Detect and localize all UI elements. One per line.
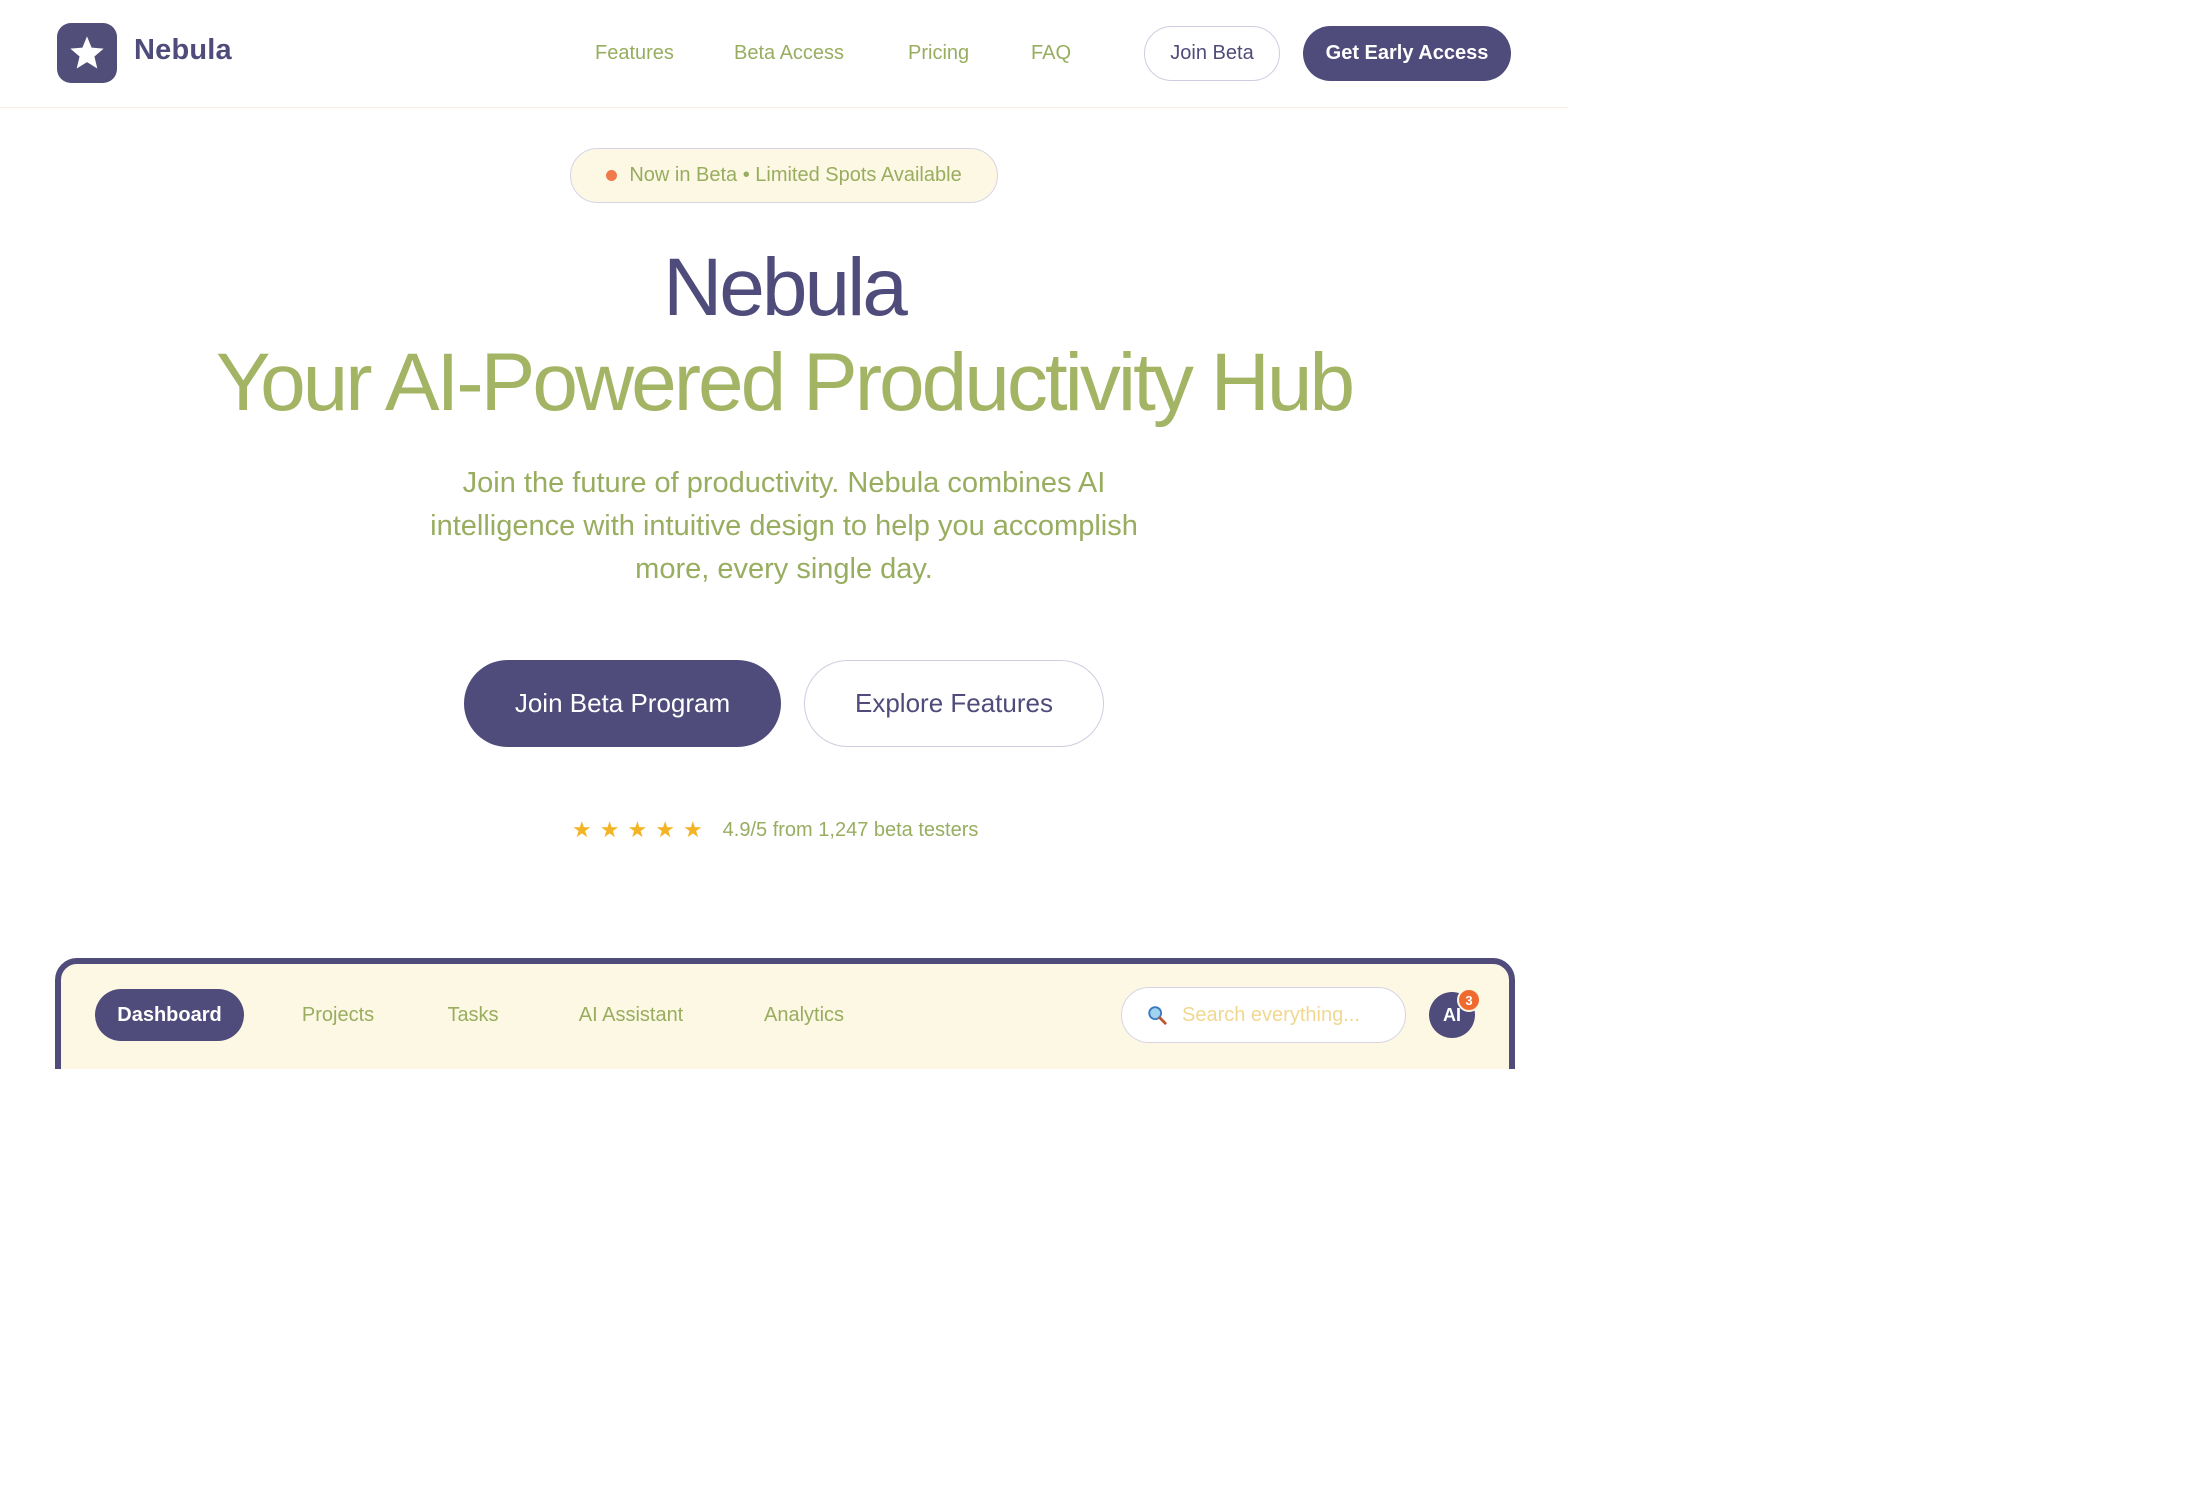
rating-stars: ★ ★ ★ ★ ★ [572, 817, 703, 843]
brand-name[interactable]: Nebula [134, 34, 232, 67]
badge-text: Now in Beta • Limited Spots Available [629, 164, 962, 186]
rating-text: 4.9/5 from 1,247 beta testers [722, 818, 979, 841]
get-early-access-button[interactable]: Get Early Access [1303, 26, 1511, 81]
tab-projects[interactable]: Projects [281, 989, 395, 1041]
star-icon: ★ [572, 817, 592, 842]
beta-status-badge: Now in Beta • Limited Spots Available [570, 148, 998, 203]
star-icon: ★ [627, 817, 648, 842]
hero-title: Nebula [663, 242, 908, 333]
star-icon: ★ [599, 817, 620, 842]
join-beta-button[interactable]: Join Beta [1144, 26, 1280, 81]
nav-link-features[interactable]: Features [595, 42, 674, 65]
nav-link-pricing[interactable]: Pricing [908, 42, 969, 65]
search-bar[interactable] [1121, 987, 1406, 1043]
rating: ★ ★ ★ ★ ★ 4.9/5 from 1,247 beta testers [572, 814, 978, 846]
status-dot-icon [606, 170, 618, 181]
join-beta-program-button[interactable]: Join Beta Program [464, 660, 781, 747]
tab-ai-assistant[interactable]: AI Assistant [561, 989, 701, 1041]
hero-subtitle: Your AI-Powered Productivity Hub [215, 337, 1355, 428]
hero-description: Join the future of productivity. Nebula … [430, 467, 1138, 585]
nav-link-faq[interactable]: FAQ [1031, 42, 1071, 65]
star-icon: ★ [655, 817, 675, 842]
tab-analytics[interactable]: Analytics [747, 989, 861, 1041]
preview-nav: Dashboard Projects Tasks AI Assistant An… [61, 964, 1509, 1069]
nav-link-beta-access[interactable]: Beta Access [734, 42, 844, 65]
tab-tasks[interactable]: Tasks [431, 989, 515, 1041]
landing-page: Nebula Features Beta Access Pricing FAQ … [0, 0, 1568, 1069]
logo[interactable] [57, 23, 117, 83]
site-header: Nebula Features Beta Access Pricing FAQ … [0, 0, 1568, 108]
app-preview: Dashboard Projects Tasks AI Assistant An… [55, 958, 1515, 1069]
search-input[interactable] [1182, 1003, 1382, 1027]
star-icon: ★ [682, 817, 703, 842]
star-icon [70, 36, 104, 69]
notification-badge: 3 [1457, 988, 1481, 1012]
search-icon [1148, 1006, 1167, 1025]
explore-features-button[interactable]: Explore Features [804, 660, 1104, 747]
tab-dashboard[interactable]: Dashboard [95, 989, 244, 1041]
